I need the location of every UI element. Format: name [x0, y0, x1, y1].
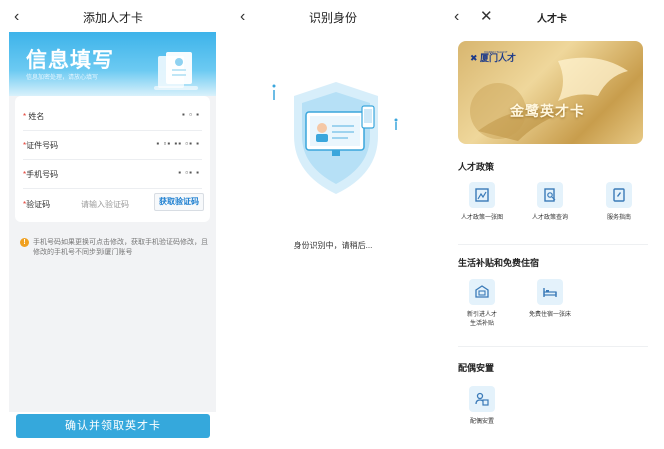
field-value: ▪ ▫▪ ▪ [178, 168, 200, 177]
talent-policy-map-item[interactable]: 人才政策一张图 [446, 182, 518, 223]
loading-status: 身份识别中，请稍后... [293, 241, 373, 250]
banner-subtitle: 信息加密处理，请放心填写 [26, 75, 99, 81]
nav-bar: ‹ ✕ 人才卡 [440, 0, 664, 34]
living-subsidy-item[interactable]: 新引进人才 生活补贴 [446, 279, 518, 329]
banner-title: 信息填写 [26, 49, 114, 72]
item-label: 服务指南 [606, 215, 631, 221]
section-title-subsidy-housing: 生活补贴和免费住宿 [458, 258, 540, 268]
id-number-field[interactable]: *证件号码 ▪ ▫▪ ▪▪ ▫▪ ▪ [15, 131, 210, 159]
page-title: 添加人才卡 [82, 11, 143, 25]
nav-bar: ‹ 识别身份 [226, 0, 440, 34]
guide-icon [606, 182, 632, 208]
name-field[interactable]: * 姓名 ▪ ▫ ▪ [15, 102, 210, 130]
phone-notice: ! 手机号码如果更换可点击修改，获取手机验证码修改，且修改的手机号不同步到i厦门… [20, 238, 210, 258]
section-divider [458, 346, 648, 347]
spouse-placement-item[interactable]: 配偶安置 [446, 386, 518, 427]
free-bed-item[interactable]: 免费住宿一张床 [514, 279, 586, 320]
verification-code-input[interactable]: 请输入验证码 [81, 199, 129, 210]
item-label: 人才政策查询 [531, 215, 568, 221]
form-card: * 姓名 ▪ ▫ ▪ *证件号码 ▪ ▫▪ ▪▪ ▫▪ ▪ *手机号码 ▪ ▫▪… [15, 96, 210, 222]
map-icon [469, 182, 495, 208]
notice-text: 手机号码如果更换可点击修改，获取手机验证码修改，且修改的手机号不同步到i厦门账号 [33, 239, 208, 256]
field-value: ▪ ▫▪ ▪▪ ▫▪ ▪ [156, 139, 200, 148]
item-label: 新引进人才 生活补贴 [466, 312, 497, 327]
item-label: 免费住宿一张床 [528, 312, 571, 318]
section-divider [458, 244, 648, 245]
verification-code-field: *验证码 请输入验证码 获取验证码 [15, 190, 210, 218]
field-label: 手机号码 [26, 170, 59, 179]
identity-verification-screen: ‹ 识别身份 [226, 0, 440, 449]
talent-card[interactable]: ✖ 厦门人才 XIAMEN TALENT 金鹭英才卡 [458, 41, 643, 144]
nav-bar: ‹ 添加人才卡 [0, 0, 226, 34]
document-illustration-icon [154, 52, 198, 90]
section-title-talent-policy: 人才政策 [458, 162, 495, 172]
bed-icon [537, 279, 563, 305]
page-title: 识别身份 [308, 11, 357, 25]
warning-icon: ! [20, 238, 29, 247]
item-label: 人才政策一张图 [460, 215, 503, 221]
shield-scan-icon [272, 82, 398, 194]
field-label: 证件号码 [26, 141, 59, 150]
service-guide-item[interactable]: 服务指南 [583, 182, 655, 223]
page-title: 人才卡 [537, 14, 567, 25]
get-code-button[interactable]: 获取验证码 [154, 193, 204, 211]
section-title-spouse: 配偶安置 [458, 363, 495, 373]
phone-field[interactable]: *手机号码 ▪ ▫▪ ▪ [15, 160, 210, 188]
required-mark: * [23, 112, 27, 121]
field-label: 姓名 [28, 112, 45, 121]
subsidy-icon [469, 279, 495, 305]
search-doc-icon [537, 182, 563, 208]
confirm-claim-button[interactable]: 确认并领取英才卡 [16, 414, 210, 438]
card-brand-en: XIAMEN TALENT [484, 50, 508, 54]
spouse-icon [469, 386, 495, 412]
field-label: 验证码 [26, 200, 51, 209]
card-name: 金鹭英才卡 [510, 103, 585, 119]
field-value: ▪ ▫ ▪ [182, 110, 200, 119]
talent-policy-query-item[interactable]: 人才政策查询 [514, 182, 586, 223]
item-label: 配偶安置 [469, 419, 494, 425]
divider [23, 188, 202, 189]
